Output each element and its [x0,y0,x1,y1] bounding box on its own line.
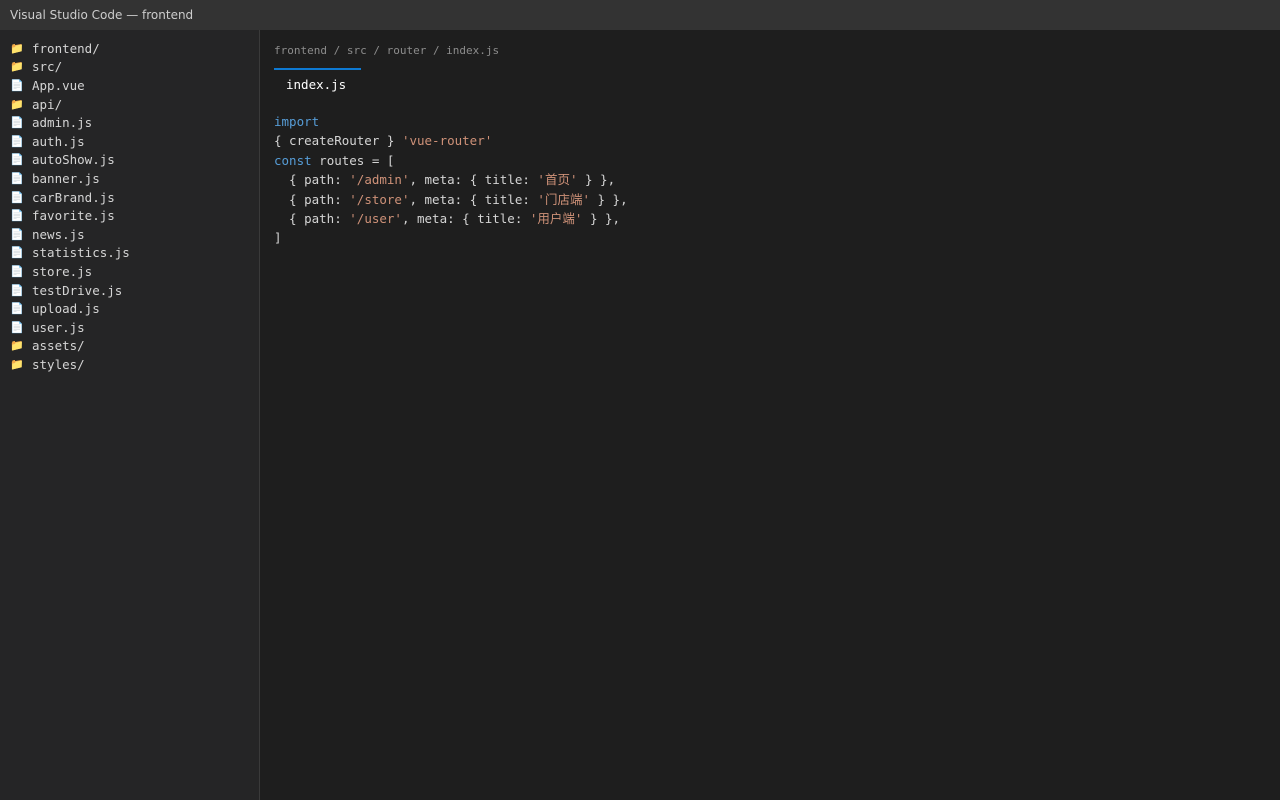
file-icon: 📄 [10,171,24,185]
tree-file-news-js[interactable]: 📄 news.js [0,225,259,244]
tree-item-label: upload.js [32,301,100,317]
breadcrumb[interactable]: frontend / src / router / index.js [274,44,499,57]
tree-file-testdrive-js[interactable]: 📄 testDrive.js [0,281,259,300]
folder-icon: 📁 [10,97,24,111]
file-icon: 📄 [10,190,24,204]
tab-index-js[interactable]: index.js [274,68,361,100]
code-text: { path: [274,210,350,226]
tree-folder-api[interactable]: 📁 api/ [0,95,259,114]
tree-file-statistics-js[interactable]: 📄 statistics.js [0,244,259,263]
tree-file-favorite-js[interactable]: 📄 favorite.js [0,206,259,225]
tree-file-app-vue[interactable]: 📄 App.vue [0,76,259,95]
tree-item-label: src/ [32,59,63,75]
code-line: import [274,112,628,131]
tree-item-label: App.vue [32,77,85,93]
file-icon: 📄 [10,116,24,130]
tree-file-carbrand-js[interactable]: 📄 carBrand.js [0,188,259,207]
tree-folder-assets[interactable]: 📁 assets/ [0,337,259,356]
code-string: '用户端' [529,210,583,226]
code-line: { createRouter } 'vue-router' [274,131,628,150]
file-icon: 📄 [10,134,24,148]
code-text: ] [274,230,282,246]
tree-item-label: banner.js [32,170,100,186]
tree-item-label: statistics.js [32,245,130,261]
tree-item-label: store.js [32,263,93,279]
code-string: '首页' [537,172,578,188]
file-icon: 📄 [10,153,24,167]
folder-icon: 📁 [10,60,24,74]
file-icon: 📄 [10,227,24,241]
tree-file-user-js[interactable]: 📄 user.js [0,318,259,337]
tree-item-label: styles/ [32,356,85,372]
code-content[interactable]: import { createRouter } 'vue-router' con… [274,112,628,248]
code-text: { path: [274,191,350,207]
tree-item-label: auth.js [32,133,85,149]
code-string: '门店端' [537,191,590,207]
tree-file-auth-js[interactable]: 📄 auth.js [0,132,259,151]
code-string: 'vue-router' [401,133,493,149]
file-icon: 📄 [10,209,24,223]
tree-item-label: favorite.js [32,208,115,224]
code-line: { path: '/admin', meta: { title: '首页' } … [274,170,628,189]
tree-item-label: frontend/ [32,40,100,56]
code-line: { path: '/user', meta: { title: '用户端' } … [274,209,628,228]
tree-item-label: autoShow.js [32,152,115,168]
file-icon: 📄 [10,283,24,297]
tree-item-label: user.js [32,319,85,335]
tree-file-banner-js[interactable]: 📄 banner.js [0,169,259,188]
tree-file-store-js[interactable]: 📄 store.js [0,262,259,281]
code-text: { path: [274,172,350,188]
tree-item-label: admin.js [32,115,93,131]
tree-item-label: news.js [32,226,85,242]
file-icon: 📄 [10,302,24,316]
tree-folder-styles[interactable]: 📁 styles/ [0,355,259,374]
tree-file-autoshow-js[interactable]: 📄 autoShow.js [0,151,259,170]
editor-area[interactable]: frontend / src / router / index.js index… [260,30,1280,800]
code-string: '/admin' [349,172,410,188]
code-text: routes = [ [311,152,395,168]
tree-item-label: assets/ [32,338,85,354]
code-text: { createRouter } [274,133,402,149]
file-icon: 📄 [10,78,24,92]
code-line: const routes = [ [274,151,628,170]
code-text: , meta: { title: [409,191,538,207]
tree-item-label: carBrand.js [32,189,115,205]
folder-icon: 📁 [10,339,24,353]
file-icon: 📄 [10,246,24,260]
code-line: ] [274,228,628,247]
explorer-sidebar: 📁 frontend/ 📁 src/ 📄 App.vue 📁 api/ 📄 ad… [0,30,260,800]
code-keyword: import [274,114,320,129]
code-keyword: const [274,152,312,168]
tree-file-admin-js[interactable]: 📄 admin.js [0,113,259,132]
code-string: '/user' [349,210,402,226]
tree-folder-frontend[interactable]: 📁 frontend/ [0,39,259,58]
code-text: , meta: { title: [409,172,538,188]
file-icon: 📄 [10,264,24,278]
code-text: , meta: { title: [401,210,530,226]
tree-item-label: testDrive.js [32,282,123,298]
tree-item-label: api/ [32,96,63,112]
folder-icon: 📁 [10,41,24,55]
code-text: } }, [577,172,616,188]
file-icon: 📄 [10,320,24,334]
folder-icon: 📁 [10,357,24,371]
code-line: { path: '/store', meta: { title: '门店端' }… [274,190,628,209]
code-string: '/store' [349,191,410,207]
code-text: } }, [589,191,628,207]
window-title: Visual Studio Code — frontend [0,0,1280,30]
code-text: } }, [582,210,621,226]
tree-folder-src[interactable]: 📁 src/ [0,58,259,77]
tree-file-upload-js[interactable]: 📄 upload.js [0,299,259,318]
